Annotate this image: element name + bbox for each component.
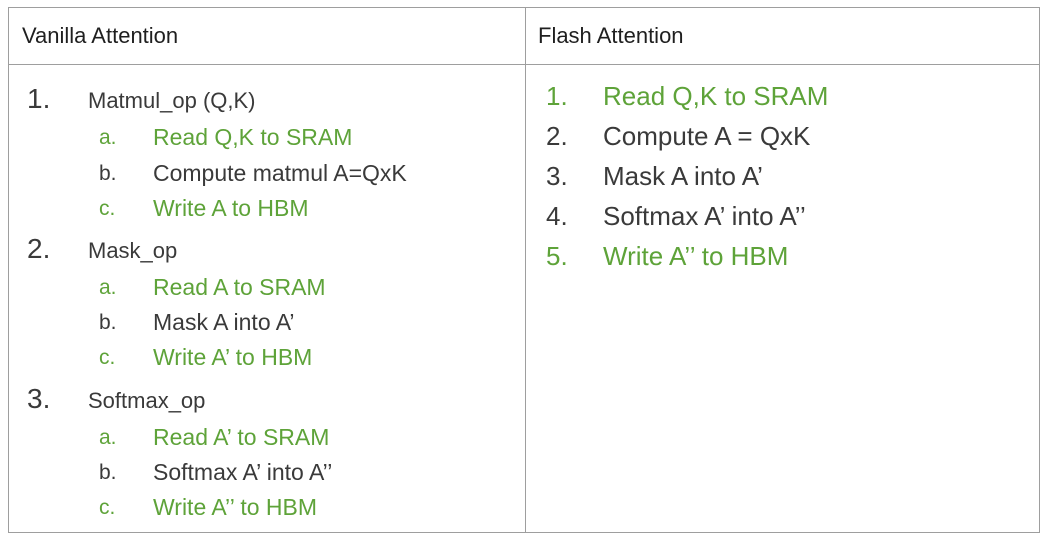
vanilla-step-3b-letter: b. [99, 461, 117, 484]
vanilla-step-2c-letter: c. [99, 346, 116, 369]
vanilla-step-2-number: 2. [27, 233, 51, 264]
vanilla-step-1b-letter: b. [99, 162, 117, 185]
vanilla-step-3c-letter: c. [99, 496, 116, 519]
vanilla-step-3b-text: Softmax A’ into A’’ [153, 459, 333, 485]
flash-step-1-text: Read Q,K to SRAM [603, 81, 829, 111]
flash-step-5-number: 5. [546, 241, 568, 271]
flash-step-3-number: 3. [546, 161, 568, 191]
flash-step-3-text: Mask A into A’ [603, 161, 763, 191]
header-divider [9, 64, 1039, 65]
vanilla-step-3a-text: Read A’ to SRAM [153, 424, 330, 450]
flash-step-4-text: Softmax A’ into A’’ [603, 201, 806, 231]
flash-step-1-number: 1. [546, 81, 568, 111]
vanilla-step-2a-text: Read A to SRAM [153, 274, 326, 300]
flash-step-2-text: Compute A = QxK [603, 121, 811, 151]
flash-step-5-text: Write A’’ to HBM [603, 241, 789, 271]
vanilla-step-1c-letter: c. [99, 197, 116, 220]
vanilla-step-1b-text: Compute matmul A=QxK [153, 160, 407, 186]
vanilla-step-2a-letter: a. [99, 276, 117, 299]
vanilla-step-2b-letter: b. [99, 311, 117, 334]
vanilla-step-2c-text: Write A’ to HBM [153, 344, 313, 370]
vanilla-step-3c-text: Write A’’ to HBM [153, 494, 318, 520]
vanilla-step-3a-letter: a. [99, 426, 117, 449]
header-vanilla-attention: Vanilla Attention [22, 23, 179, 48]
flash-step-4-number: 4. [546, 201, 568, 231]
column-divider [525, 8, 526, 532]
vanilla-step-2-label: Mask_op [88, 238, 178, 263]
vanilla-step-1c-text: Write A to HBM [153, 195, 309, 221]
vanilla-step-3-label: Softmax_op [88, 388, 206, 413]
header-flash-attention: Flash Attention [538, 23, 684, 48]
vanilla-step-2b-text: Mask A into A’ [153, 309, 295, 335]
vanilla-step-1a-letter: a. [99, 126, 117, 149]
flash-step-2-number: 2. [546, 121, 568, 151]
comparison-table: Vanilla Attention Flash Attention 1. Mat… [8, 7, 1040, 533]
vanilla-step-3-number: 3. [27, 383, 51, 414]
vanilla-step-1-label: Matmul_op (Q,K) [88, 88, 256, 113]
vanilla-step-1a-text: Read Q,K to SRAM [153, 124, 353, 150]
vanilla-step-1-number: 1. [27, 83, 51, 114]
